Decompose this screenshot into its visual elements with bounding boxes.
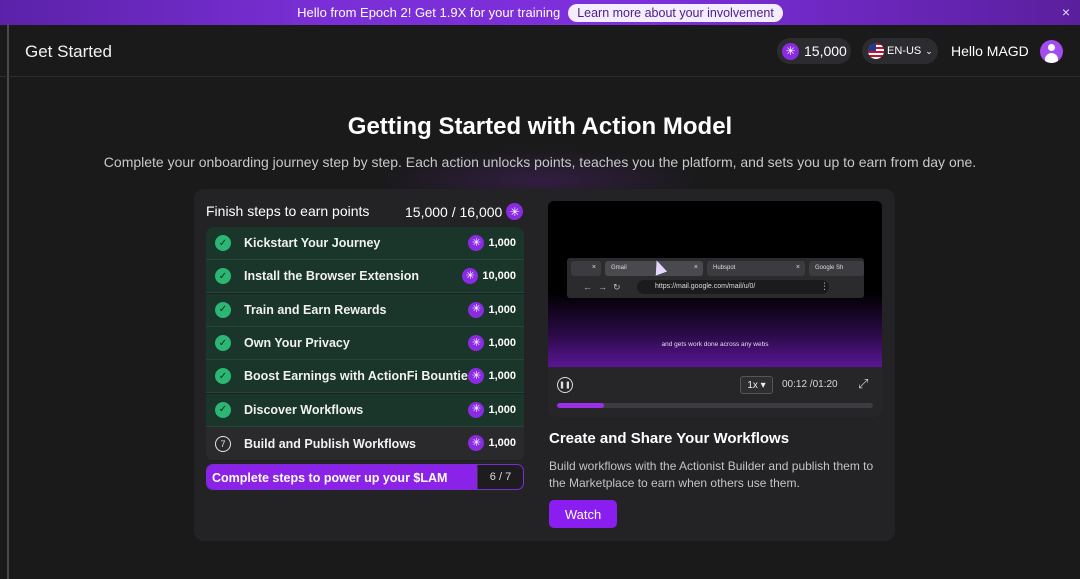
user-icon-head [1048,44,1055,51]
step-label: Kickstart Your Journey [244,236,381,250]
step-label: Build and Publish Workflows [244,436,416,451]
step-label: Own Your Privacy [244,336,350,350]
us-flag-icon [868,43,884,59]
watch-button[interactable]: Watch [549,500,617,528]
lam-token-icon: ✳ [782,42,799,60]
close-icon[interactable]: × [1062,4,1070,20]
step-points-value: 1,000 [488,370,516,383]
steps-total-value: 15,000 / 16,000 [405,203,503,220]
lam-token-icon: ✳ [462,268,479,285]
left-edge-divider [7,25,9,579]
step-label: Install the Browser Extension [244,269,420,284]
pause-icon[interactable]: ❚❚ [557,377,573,393]
video-frame: × Gmail × Hubspot × Google Sh ←→↻ https://… [548,201,882,367]
step-item-build-publish[interactable]: 7 Build and Publish Workflows ✳ 1,000 [206,427,524,460]
main-title: Getting Started with Action Model [347,113,733,140]
avatar[interactable] [1040,40,1063,63]
chevron-down-icon: ⌄ [925,45,933,56]
lam-token-icon: ✳ [468,368,485,385]
step-points: ✳ 1,000 [468,368,516,385]
step-number-icon: 7 [215,435,231,452]
fullscreen-icon[interactable]: ⤢ [858,376,868,392]
playback-speed-select[interactable]: 1x ▾ [740,376,773,394]
language-value: EN-US [887,45,922,57]
points-badge[interactable]: ✳ 15,000 [777,38,851,64]
step-points-value: 1,000 [488,237,516,249]
video-browser-mockup: × Gmail × Hubspot × Google Sh ←→↻ https://… [567,258,864,298]
user-icon-body [1045,53,1058,63]
video-blank-tab: × [571,261,601,276]
step-points: ✳ 1,000 [468,335,516,351]
lam-token-icon: ✳ [506,203,524,220]
points-value: 15,000 [804,43,847,59]
step-points-value: 1,000 [488,337,516,349]
lam-token-icon: ✳ [468,235,485,251]
check-circle-icon: ✓ [215,235,231,251]
lam-token-icon: ✳ [468,301,485,318]
onboarding-card: Finish steps to earn points 15,000 / 16,… [194,189,895,541]
main-subtitle: Complete your onboarding journey step by… [103,154,977,170]
tutorial-video[interactable]: × Gmail × Hubspot × Google Sh ←→↻ https://… [548,201,882,417]
video-controls: ❚❚ 1x ▾ 00:12 /01:20 ⤢ [548,367,882,417]
video-seek-fill [557,403,605,408]
announcement-banner: Hello from Epoch 2! Get 1.9X for your tr… [0,0,1080,25]
video-tab-label: Gmail [611,265,627,271]
video-tab-label: Google Sh [815,265,844,271]
playback-speed-value: 1x [747,379,758,391]
check-circle-icon: ✓ [215,268,231,285]
step-item-train-earn[interactable]: ✓ Train and Earn Rewards ✳ 1,000 [206,293,524,327]
workflow-description: Build workflows with the Actionist Build… [549,459,874,490]
video-time: 00:12 /01:20 [782,379,838,390]
step-item-privacy[interactable]: ✓ Own Your Privacy ✳ 1,000 [206,327,524,360]
user-greeting: Hello MAGD [951,43,1029,59]
steps-total: 15,000 / 16,000 ✳ [405,203,524,220]
banner-text: Hello from Epoch 2! Get 1.9X for your tr… [297,5,561,20]
check-circle-icon: ✓ [215,401,231,418]
steps-heading: Finish steps to earn points [206,203,370,219]
step-points: ✳ 1,000 [468,435,516,451]
step-label: Train and Earn Rewards [244,302,387,317]
lam-token-icon: ✳ [468,335,485,351]
workflow-title: Create and Share Your Workflows [549,430,790,447]
check-circle-icon: ✓ [215,335,231,351]
top-header: Get Started ✳ 15,000 EN-US ⌄ Hello MAGD [0,25,1080,77]
step-points-value: 1,000 [488,403,516,416]
steps-progress-bar: Complete steps to power up your $LAM 6 /… [206,464,524,490]
step-points: ✳ 1,000 [468,301,516,318]
step-points: ✳ 1,000 [468,235,516,251]
step-points: ✳ 10,000 [462,268,516,285]
language-selector[interactable]: EN-US ⌄ [862,38,938,64]
progress-label: Complete steps to power up your $LAM [212,471,448,485]
check-circle-icon: ✓ [215,368,231,385]
step-points: ✳ 1,000 [468,401,516,418]
video-url-bar: https://mail.google.com/mail/u/0/ [637,280,829,294]
video-tab-label: Hubspot [713,265,736,271]
check-circle-icon: ✓ [215,301,231,318]
step-item-install-extension[interactable]: ✓ Install the Browser Extension ✳ 10,000 [206,260,524,294]
step-item-actionfi-bounties[interactable]: ✓ Boost Earnings with ActionFi Bounties … [206,360,524,394]
step-points-value: 1,000 [488,303,516,316]
lam-token-icon: ✳ [468,401,485,418]
steps-list: ✓ Kickstart Your Journey ✳ 1,000 ✓ Instal… [206,227,524,461]
step-points-value: 10,000 [482,270,516,283]
video-caption: and gets work done across any webs [661,341,769,348]
video-tab-hubspot: Hubspot × [707,261,805,276]
step-label: Discover Workflows [244,402,364,417]
page-title: Get Started [25,42,112,61]
step-points-value: 1,000 [488,437,516,449]
progress-count: 6 / 7 [477,465,523,489]
step-item-discover-workflows[interactable]: ✓ Discover Workflows ✳ 1,000 [206,393,524,427]
video-kebab-icon: ⋮ [820,281,829,291]
step-item-kickstart[interactable]: ✓ Kickstart Your Journey ✳ 1,000 [206,227,524,260]
video-nav-arrows: ←→↻ [583,282,627,292]
banner-learn-more-link[interactable]: Learn more about your involvement [568,3,783,22]
video-seek-bar[interactable] [557,403,873,408]
video-tab-sheets: Google Sh [809,261,864,276]
lam-token-icon: ✳ [468,435,485,451]
step-label: Boost Earnings with ActionFi Bounties [244,369,475,384]
